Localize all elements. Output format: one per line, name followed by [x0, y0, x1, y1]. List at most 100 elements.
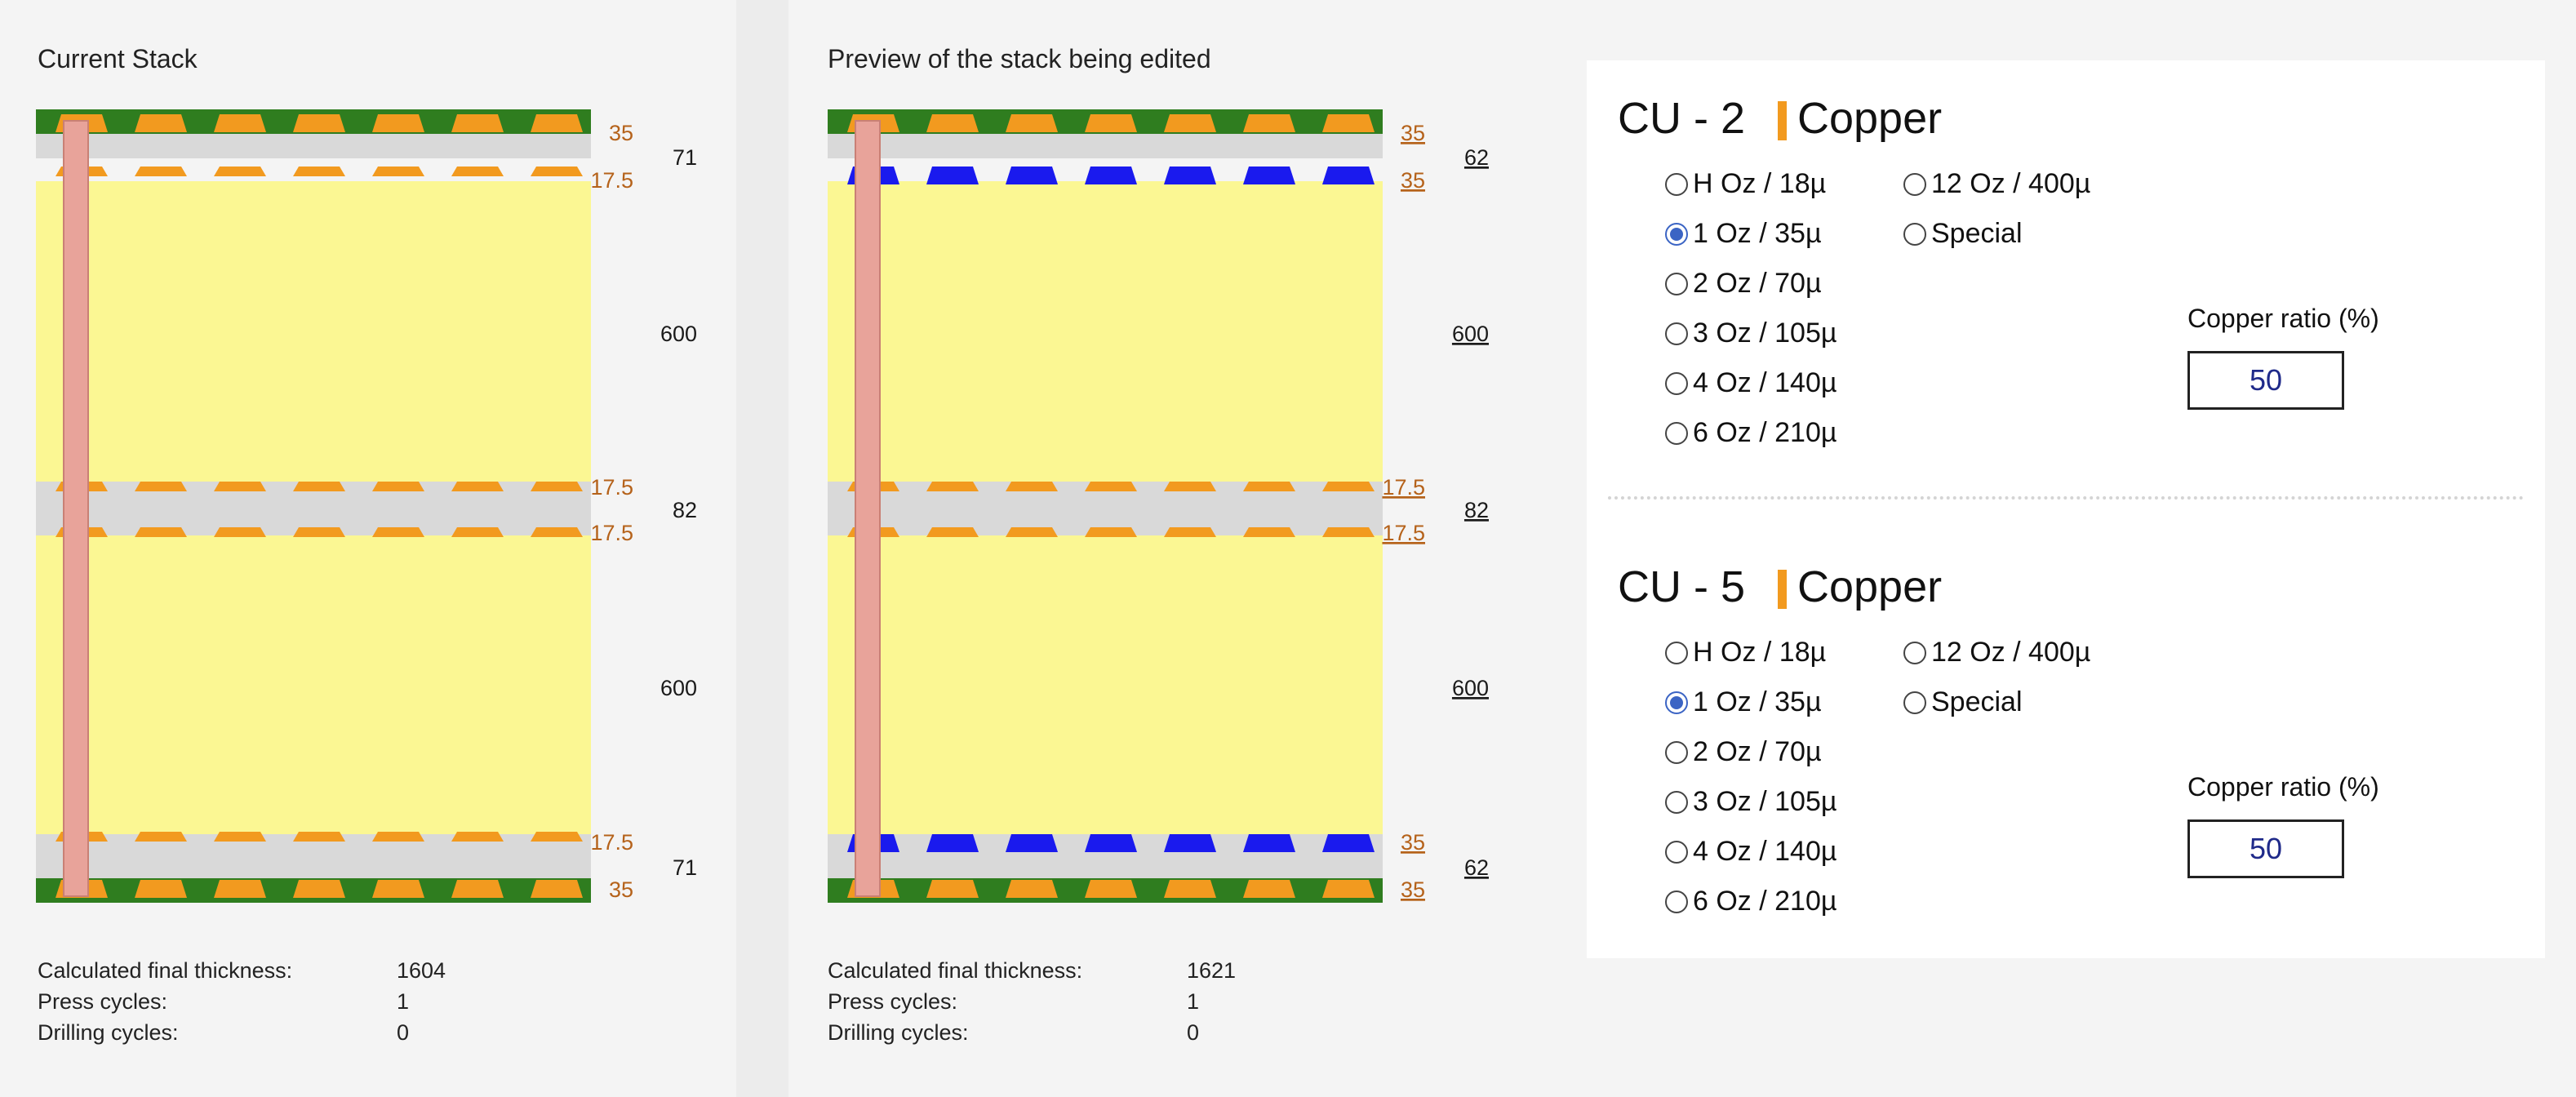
press-cycles-value: 1	[397, 989, 410, 1014]
copper-pad-inner	[1006, 482, 1058, 491]
copper-pad-top-outer	[1322, 114, 1375, 132]
radio-button[interactable]	[1665, 272, 1688, 295]
material-name: Copper	[1797, 94, 1943, 143]
option-label: H Oz / 18µ	[1693, 637, 1827, 668]
option-3-oz[interactable]: 3 Oz / 105µ	[1665, 318, 1837, 349]
radio-button[interactable]	[1665, 740, 1688, 764]
option-4-oz[interactable]: 4 Oz / 140µ	[1665, 836, 1837, 868]
section-divider	[1608, 496, 2524, 500]
group-thickness-label: 600	[1452, 676, 1489, 700]
radio-button[interactable]	[1665, 172, 1688, 196]
copper-pad-inner	[214, 527, 266, 537]
copper-pad-inner-top	[1164, 167, 1216, 184]
option-h-oz[interactable]: H Oz / 18µ	[1665, 168, 1826, 200]
current-stack-panel: Current Stack 35 17.5 17.5 17.5 17.5 35 71 600 8…	[0, 0, 736, 1097]
option-1-oz[interactable]: 1 Oz / 35µ	[1665, 686, 1822, 718]
group-thickness-label: 71	[673, 145, 697, 170]
copper-pad-top-outer	[1164, 114, 1216, 132]
thickness-value: 1621	[1187, 958, 1237, 983]
copper-pad-inner	[1006, 527, 1058, 537]
drilling-cycles-value: 0	[1187, 1020, 1200, 1045]
radio-button[interactable]	[1665, 371, 1688, 395]
radio-button[interactable]	[1665, 641, 1688, 664]
option-label: 2 Oz / 70µ	[1693, 736, 1822, 767]
copper-pad-top-outer	[1006, 114, 1058, 132]
core-layer-1	[36, 181, 591, 482]
radio-button-selected[interactable]	[1665, 222, 1688, 246]
layer-thickness-label: 17.5	[590, 830, 633, 855]
copper-pad-inner	[1085, 482, 1137, 491]
option-label: H Oz / 18µ	[1693, 168, 1827, 199]
radio-button-selected[interactable]	[1665, 691, 1688, 714]
copper-pad-inner-top	[1006, 167, 1058, 184]
option-2-oz[interactable]: 2 Oz / 70µ	[1665, 268, 1822, 300]
copper-ratio-label: Copper ratio (%)	[2187, 772, 2379, 802]
group-thickness-label: 600	[1452, 322, 1489, 346]
copper-pad-inner	[293, 527, 345, 537]
option-label: 12 Oz / 400µ	[1931, 637, 2091, 668]
copper-pad-inner-top	[1085, 167, 1137, 184]
copper-pad-inner	[1085, 527, 1137, 537]
copper-pad-inner-bottom	[1006, 834, 1058, 852]
option-h-oz[interactable]: H Oz / 18µ	[1665, 637, 1826, 668]
radio-button[interactable]	[1665, 840, 1688, 864]
press-cycles-label: Press cycles:	[38, 989, 168, 1014]
layer-name: CU - 5	[1618, 562, 1746, 611]
copper-pad-inner-bottom	[214, 832, 266, 842]
radio-button[interactable]	[1903, 172, 1926, 196]
option-label: 1 Oz / 35µ	[1693, 218, 1822, 249]
group-thickness-label: 71	[673, 855, 697, 880]
copper-pad-inner-top	[1322, 167, 1375, 184]
copper-pad-top-outer	[451, 114, 504, 132]
layer-thickness-label: 35	[609, 121, 633, 145]
copper-pad-inner	[293, 482, 345, 491]
copper-pad-bottom-outer	[135, 880, 187, 898]
copper-pad-inner-bottom	[372, 832, 424, 842]
option-3-oz[interactable]: 3 Oz / 105µ	[1665, 786, 1837, 818]
option-label: 6 Oz / 210µ	[1693, 417, 1837, 448]
thickness-value: 1604	[397, 958, 446, 983]
copper-pad-bottom-outer	[1006, 880, 1058, 898]
copper-pad-inner-top	[531, 167, 583, 176]
radio-button[interactable]	[1903, 691, 1926, 714]
option-6-oz[interactable]: 6 Oz / 210µ	[1665, 886, 1837, 917]
option-4-oz[interactable]: 4 Oz / 140µ	[1665, 367, 1837, 399]
option-special[interactable]: Special	[1903, 218, 2023, 250]
copper-pad-top-outer	[1085, 114, 1137, 132]
drilling-cycles-value: 0	[397, 1020, 410, 1045]
radio-button[interactable]	[1903, 222, 1926, 246]
copper-pad-top-outer	[135, 114, 187, 132]
option-1-oz[interactable]: 1 Oz / 35µ	[1665, 218, 1822, 250]
layer-thickness-label: 17.5	[1382, 521, 1425, 545]
radio-button[interactable]	[1665, 790, 1688, 814]
copper-pad-bottom-outer	[1243, 880, 1295, 898]
copper-pad-inner	[451, 482, 504, 491]
radio-button[interactable]	[1665, 421, 1688, 445]
copper-pad-inner	[451, 527, 504, 537]
option-12-oz[interactable]: 12 Oz / 400µ	[1903, 168, 2090, 200]
copper-pad-inner	[1164, 482, 1216, 491]
radio-button[interactable]	[1665, 890, 1688, 913]
copper-pad-inner-bottom	[926, 834, 979, 852]
option-label: 1 Oz / 35µ	[1693, 686, 1822, 717]
current-stack-title: Current Stack	[38, 44, 198, 73]
group-thickness-label: 62	[1464, 145, 1489, 170]
copper-ratio-input[interactable]	[2187, 819, 2344, 878]
copper-pad-inner	[135, 527, 187, 537]
copper-ratio-input[interactable]	[2187, 351, 2344, 410]
copper-pad-inner	[214, 482, 266, 491]
copper-pad-inner-bottom	[451, 832, 504, 842]
option-label: Special	[1931, 218, 2023, 249]
copper-pad-inner-bottom	[1085, 834, 1137, 852]
copper-pad-inner-top	[372, 167, 424, 176]
thickness-label: Calculated final thickness:	[38, 958, 293, 983]
option-6-oz[interactable]: 6 Oz / 210µ	[1665, 417, 1837, 449]
option-2-oz[interactable]: 2 Oz / 70µ	[1665, 736, 1822, 768]
radio-button[interactable]	[1903, 641, 1926, 664]
option-special[interactable]: Special	[1903, 686, 2023, 718]
copper-pad-top-outer	[1243, 114, 1295, 132]
option-12-oz[interactable]: 12 Oz / 400µ	[1903, 637, 2090, 668]
section-cu-2: CU - 2 Copper H Oz / 18µ 1 Oz / 35µ 2 Oz…	[1587, 60, 2545, 509]
copper-pad-inner-bottom	[135, 832, 187, 842]
radio-button[interactable]	[1665, 322, 1688, 345]
